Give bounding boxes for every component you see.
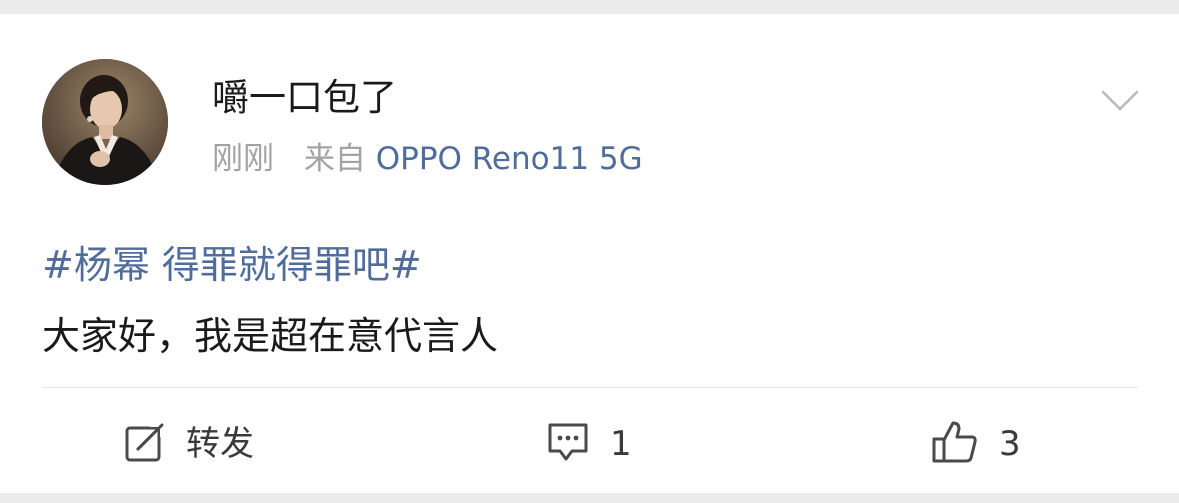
repost-label: 转发 — [186, 424, 254, 464]
username[interactable]: 嚼一口包了 — [212, 76, 397, 120]
weibo-post-card[interactable]: 嚼一口包了 刚刚 来自 OPPO Reno11 5G #杨幂 得罪就得罪吧# 大… — [0, 14, 1179, 493]
comment-count: 1 — [610, 424, 632, 464]
topic-hashtag-link[interactable]: #杨幂 得罪就得罪吧# — [42, 242, 422, 288]
device-source-link[interactable]: OPPO Reno11 5G — [376, 141, 643, 177]
post-meta: 刚刚 来自 OPPO Reno11 5G — [212, 140, 643, 178]
source-prefix: 来自 — [303, 141, 366, 177]
top-separator — [0, 0, 1179, 14]
post-text: 大家好，我是超在意代言人 — [42, 314, 499, 358]
like-count: 3 — [999, 424, 1021, 464]
chevron-down-icon[interactable] — [1101, 90, 1139, 112]
comment-button[interactable]: 1 — [546, 419, 632, 469]
like-button[interactable]: 3 — [931, 419, 1021, 469]
divider — [42, 387, 1138, 388]
comment-icon — [546, 421, 590, 467]
user-avatar[interactable] — [42, 59, 168, 185]
share-icon — [124, 421, 166, 467]
post-time: 刚刚 — [212, 141, 274, 177]
repost-button[interactable]: 转发 — [124, 419, 254, 469]
bottom-separator — [0, 493, 1179, 503]
thumbs-up-icon — [931, 419, 979, 469]
